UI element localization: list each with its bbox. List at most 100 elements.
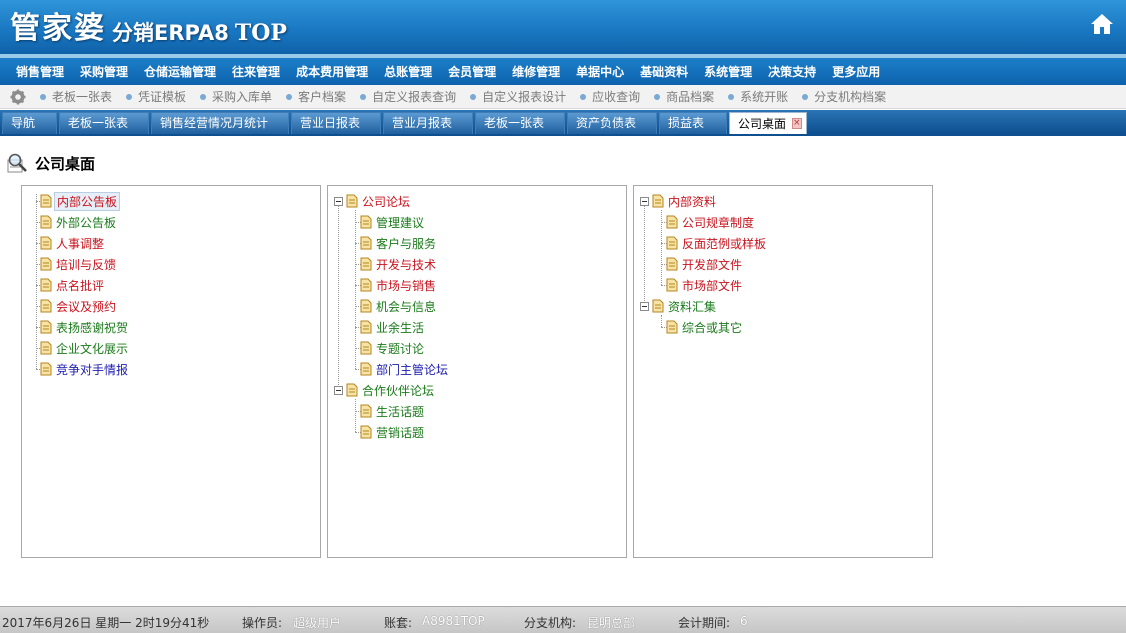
shortcut-label: 采购入库单 bbox=[212, 90, 273, 104]
tree-node-label: 资料汇集 bbox=[668, 299, 717, 314]
tree-node-internal-bulletin[interactable]: 内部公告板 bbox=[40, 191, 121, 211]
collapse-icon[interactable] bbox=[334, 385, 343, 395]
menu-item-more[interactable]: 更多应用 bbox=[824, 63, 888, 80]
tree-node-topics[interactable]: 专题讨论 bbox=[360, 339, 426, 357]
tree-node-meetings[interactable]: 会议及预约 bbox=[40, 297, 118, 315]
menu-item-purchase[interactable]: 采购管理 bbox=[72, 63, 136, 80]
page-title: 公司桌面 bbox=[6, 152, 95, 174]
tree-node-company-rules[interactable]: 公司规章制度 bbox=[666, 213, 756, 231]
tab-company-desktop[interactable]: 公司桌面 × bbox=[729, 112, 807, 134]
tree-node-personnel[interactable]: 人事调整 bbox=[40, 234, 106, 252]
tab-daily-report[interactable]: 营业日报表 bbox=[291, 112, 381, 134]
tree-node-internal-docs[interactable]: 内部资料 bbox=[640, 192, 718, 210]
tree-node-criticism[interactable]: 点名批评 bbox=[40, 276, 106, 294]
collapse-icon[interactable] bbox=[640, 196, 649, 206]
status-bar: 2017年6月26日 星期一 2时19分41秒 操作员: 超级用户 账套: A8… bbox=[0, 606, 1126, 633]
collapse-icon[interactable] bbox=[334, 196, 343, 206]
tree-node-label: 开发部文件 bbox=[682, 257, 743, 272]
tree-node-collection[interactable]: 资料汇集 bbox=[640, 297, 718, 315]
menu-item-decision[interactable]: 决策支持 bbox=[760, 63, 824, 80]
tree-node-label: 合作伙伴论坛 bbox=[362, 383, 435, 398]
main-menu: 销售管理 采购管理 仓储运输管理 往来管理 成本费用管理 总账管理 会员管理 维… bbox=[0, 58, 1126, 85]
menu-item-system[interactable]: 系统管理 bbox=[696, 63, 760, 80]
tree-node-partner-forum[interactable]: 合作伙伴论坛 bbox=[334, 381, 436, 399]
tree-node-external-bulletin[interactable]: 外部公告板 bbox=[40, 213, 118, 231]
shortcut-voucher-template[interactable]: 凭证模板 bbox=[126, 88, 186, 105]
menu-item-repair[interactable]: 维修管理 bbox=[504, 63, 568, 80]
tree-guide-line bbox=[644, 206, 645, 305]
document-icon bbox=[40, 194, 52, 208]
shortcut-label: 老板一张表 bbox=[52, 90, 113, 104]
status-account-label: 账套: bbox=[384, 616, 413, 630]
shortcut-custom-report-query[interactable]: 自定义报表查询 bbox=[360, 88, 456, 105]
tree-node-market-sales[interactable]: 市场与销售 bbox=[360, 276, 438, 294]
collapse-icon[interactable] bbox=[640, 301, 649, 311]
shortcut-product-file[interactable]: 商品档案 bbox=[654, 88, 714, 105]
tree-node-managers-forum[interactable]: 部门主管论坛 bbox=[360, 360, 450, 378]
tab-balance-sheet[interactable]: 资产负债表 bbox=[567, 112, 657, 134]
shortcut-purchase-receipt[interactable]: 采购入库单 bbox=[200, 88, 272, 105]
menu-item-accounts[interactable]: 往来管理 bbox=[224, 63, 288, 80]
panel-bulletin: 内部公告板 外部公告板 人事调整 培训与反馈 点名批评 会议及预约 表扬感谢祝贺… bbox=[21, 185, 321, 558]
tree-node-company-forum[interactable]: 公司论坛 bbox=[334, 192, 412, 210]
menu-item-documents[interactable]: 单据中心 bbox=[568, 63, 632, 80]
document-icon bbox=[666, 215, 678, 229]
tree-node-life-topics[interactable]: 生活话题 bbox=[360, 402, 426, 420]
tree-node-training[interactable]: 培训与反馈 bbox=[40, 255, 118, 273]
menu-item-cost[interactable]: 成本费用管理 bbox=[288, 63, 376, 80]
tree-guide-line bbox=[36, 194, 37, 369]
bullet-icon bbox=[654, 93, 661, 100]
tree-node-market-files[interactable]: 市场部文件 bbox=[666, 276, 744, 294]
tree-node-dev-tech[interactable]: 开发与技术 bbox=[360, 255, 438, 273]
document-icon bbox=[666, 257, 678, 271]
document-icon bbox=[360, 425, 372, 439]
tab-navigation[interactable]: 导航 bbox=[2, 112, 57, 134]
shortcut-customer-file[interactable]: 客户档案 bbox=[286, 88, 346, 105]
menu-item-basic-data[interactable]: 基础资料 bbox=[632, 63, 696, 80]
tree-node-marketing-topics[interactable]: 营销话题 bbox=[360, 423, 426, 441]
menu-item-sales[interactable]: 销售管理 bbox=[8, 63, 72, 80]
menu-item-ledger[interactable]: 总账管理 bbox=[376, 63, 440, 80]
tree-node-misc[interactable]: 综合或其它 bbox=[666, 318, 744, 336]
document-icon bbox=[40, 299, 52, 313]
shortcut-label: 凭证模板 bbox=[138, 90, 187, 104]
shortcut-boss-table[interactable]: 老板一张表 bbox=[40, 88, 112, 105]
tree-node-opportunity[interactable]: 机会与信息 bbox=[360, 297, 438, 315]
document-icon bbox=[346, 383, 358, 397]
tab-sales-monthly-stats[interactable]: 销售经营情况月统计 bbox=[151, 112, 289, 134]
bullet-icon bbox=[360, 93, 367, 100]
logo-sub-text: 分销ERPA8 bbox=[112, 21, 229, 45]
menu-item-member[interactable]: 会员管理 bbox=[440, 63, 504, 80]
shortcut-bar: 老板一张表 凭证模板 采购入库单 客户档案 自定义报表查询 自定义报表设计 应收… bbox=[0, 85, 1126, 109]
document-icon bbox=[346, 194, 358, 208]
bullet-icon bbox=[126, 93, 133, 100]
gear-icon[interactable] bbox=[10, 89, 26, 105]
tree-node-praise[interactable]: 表扬感谢祝贺 bbox=[40, 318, 130, 336]
tree-node-customer-service[interactable]: 客户与服务 bbox=[360, 234, 438, 252]
home-icon[interactable] bbox=[1090, 12, 1114, 36]
tree-node-label: 业余生活 bbox=[376, 320, 425, 335]
shortcut-receivable-query[interactable]: 应收查询 bbox=[580, 88, 640, 105]
tree-node-culture[interactable]: 企业文化展示 bbox=[40, 339, 130, 357]
tree-node-label: 企业文化展示 bbox=[56, 341, 129, 356]
tree-node-label: 会议及预约 bbox=[56, 299, 117, 314]
shortcut-custom-report-design[interactable]: 自定义报表设计 bbox=[470, 88, 566, 105]
tree-node-examples[interactable]: 反面范例或样板 bbox=[666, 234, 768, 252]
document-icon bbox=[360, 215, 372, 229]
status-period-label: 会计期间: bbox=[678, 616, 731, 630]
tree-node-label: 点名批评 bbox=[56, 278, 105, 293]
tab-income-statement[interactable]: 损益表 bbox=[659, 112, 727, 134]
tree-node-competitors[interactable]: 竞争对手情报 bbox=[40, 360, 130, 378]
tree-node-leisure[interactable]: 业余生活 bbox=[360, 318, 426, 336]
shortcut-system-open[interactable]: 系统开账 bbox=[728, 88, 788, 105]
tree-node-dev-files[interactable]: 开发部文件 bbox=[666, 255, 744, 273]
tab-boss-table-2[interactable]: 老板一张表 bbox=[475, 112, 565, 134]
document-icon bbox=[40, 341, 52, 355]
tree-node-management-advice[interactable]: 管理建议 bbox=[360, 213, 426, 231]
shortcut-branch-file[interactable]: 分支机构档案 bbox=[802, 88, 886, 105]
tab-monthly-report[interactable]: 营业月报表 bbox=[383, 112, 473, 134]
menu-item-warehouse[interactable]: 仓储运输管理 bbox=[136, 63, 224, 80]
tab-boss-table[interactable]: 老板一张表 bbox=[59, 112, 149, 134]
close-icon[interactable]: × bbox=[792, 118, 802, 129]
tree-guide-line bbox=[338, 206, 339, 389]
